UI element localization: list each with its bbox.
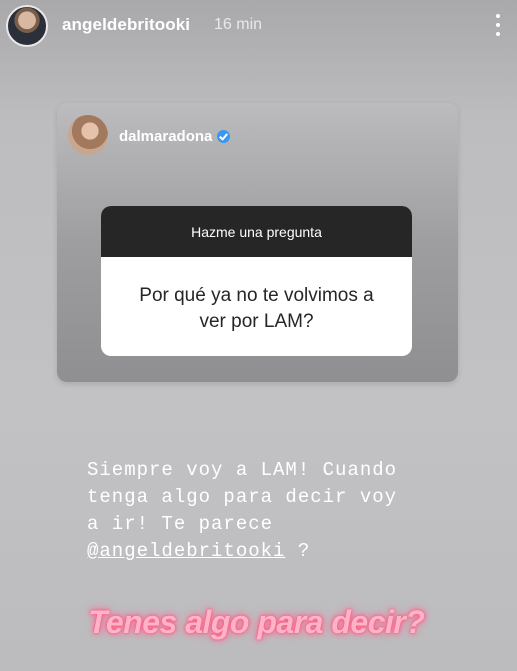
styled-caption: Tenes algo para decir? xyxy=(88,604,425,640)
reply-line: tenga algo para decir voy xyxy=(87,486,398,508)
dot xyxy=(496,32,500,36)
sticker-question-line1: Por qué ya no te volvimos a xyxy=(139,285,374,306)
reply-line: a ir! Te parece xyxy=(87,513,274,535)
sticker-question: Por qué ya no te volvimos a ver por LAM? xyxy=(101,257,412,335)
shared-username-label: dalmaradona xyxy=(119,128,213,145)
shared-username[interactable]: dalmaradona xyxy=(119,128,231,145)
dot xyxy=(496,23,500,27)
shared-user-avatar[interactable] xyxy=(68,115,108,155)
story-timestamp: 16 min xyxy=(214,16,263,33)
story-username[interactable]: angeldebritooki xyxy=(62,15,190,35)
reply-line: Siempre voy a LAM! Cuando xyxy=(87,459,398,481)
question-sticker[interactable]: Hazme una pregunta Por qué ya no te volv… xyxy=(101,206,412,356)
more-vertical-icon[interactable] xyxy=(491,10,505,40)
reply-line-mention: @angeldebritooki ? xyxy=(87,538,447,565)
dot xyxy=(496,14,500,18)
verified-badge-icon xyxy=(217,130,231,143)
mention-link[interactable]: @angeldebritooki xyxy=(87,540,285,562)
reply-suffix: ? xyxy=(285,540,311,562)
story-header: angeldebritooki 16 min xyxy=(0,0,517,52)
reply-text: Siempre voy a LAM! Cuando tenga algo par… xyxy=(87,457,447,565)
sticker-title: Hazme una pregunta xyxy=(101,206,412,257)
sticker-question-line2: ver por LAM? xyxy=(199,311,314,332)
story-view[interactable]: angeldebritooki 16 min dalmaradona Hazme… xyxy=(0,0,517,671)
profile-photo-icon[interactable] xyxy=(6,5,48,47)
